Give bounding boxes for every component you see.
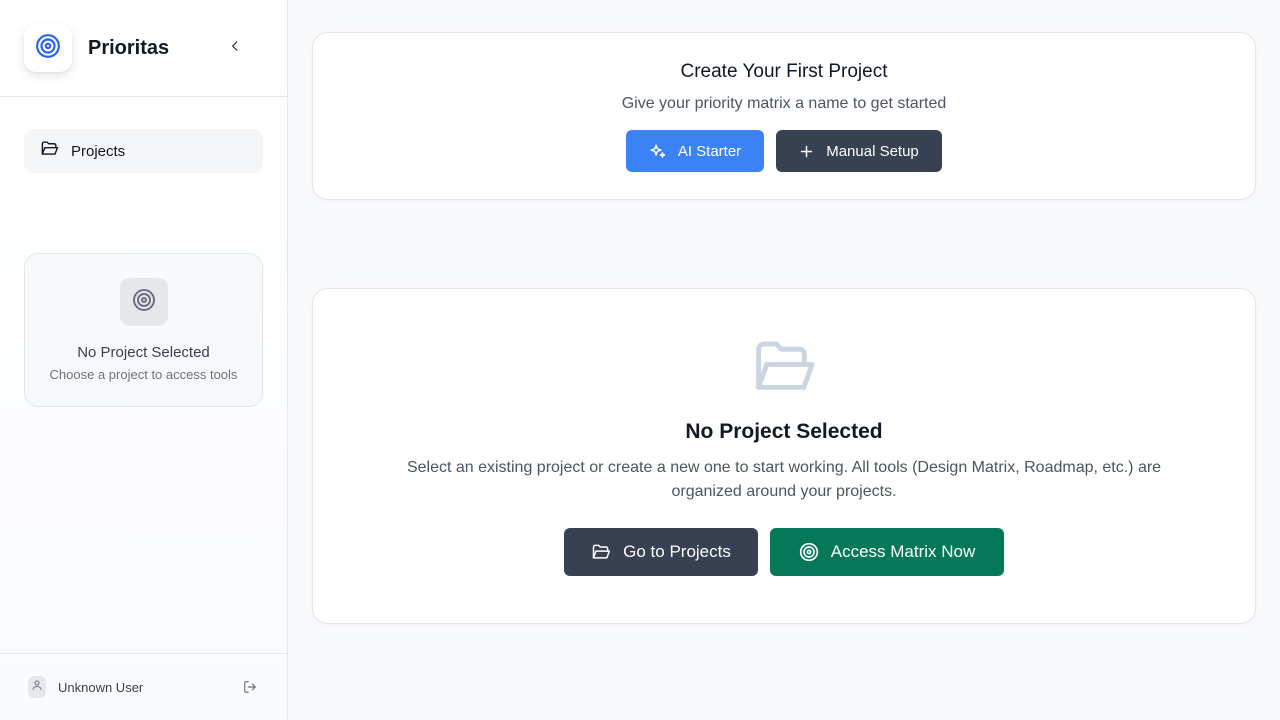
empty-state-title: No Project Selected	[685, 420, 883, 443]
target-icon	[799, 542, 819, 562]
ai-starter-label: AI Starter	[677, 142, 742, 160]
user-name: Unknown User	[58, 679, 144, 695]
sparkles-icon	[649, 143, 666, 160]
empty-state-actions: Go to Projects Access Matrix Now	[313, 528, 1255, 576]
target-icon	[132, 288, 156, 317]
sidebar-item-label: Projects	[71, 142, 126, 160]
folder-open-icon	[753, 339, 815, 400]
create-project-card: Create Your First Project Give your prio…	[312, 32, 1256, 200]
manual-setup-label: Manual Setup	[826, 142, 919, 160]
folder-open-icon	[591, 542, 611, 562]
no-project-card: No Project Selected Choose a project to …	[24, 253, 263, 407]
collapse-sidebar-button[interactable]	[224, 36, 246, 60]
ai-starter-button[interactable]: AI Starter	[626, 130, 764, 172]
chevron-left-icon	[228, 39, 242, 58]
access-matrix-button[interactable]: Access Matrix Now	[770, 528, 1004, 576]
sidebar: Prioritas Projects No Project Selected C…	[0, 0, 288, 720]
go-to-projects-button[interactable]: Go to Projects	[564, 528, 758, 576]
empty-state-description: Select an existing project or create a n…	[406, 459, 1162, 500]
user-icon	[31, 678, 43, 696]
go-to-projects-label: Go to Projects	[623, 542, 731, 561]
empty-state-card: No Project Selected Select an existing p…	[312, 288, 1256, 624]
no-project-subtitle: Choose a project to access tools	[49, 367, 238, 382]
no-project-icon-box	[119, 278, 168, 326]
target-icon	[35, 33, 61, 64]
main-content: Create Your First Project Give your prio…	[288, 0, 1280, 720]
sidebar-header: Prioritas	[0, 0, 287, 97]
sidebar-nav: Projects	[0, 97, 287, 173]
sidebar-footer: Unknown User	[0, 653, 287, 720]
plus-icon	[799, 144, 814, 159]
create-project-title: Create Your First Project	[680, 61, 888, 82]
create-project-subtitle: Give your priority matrix a name to get …	[621, 95, 947, 112]
avatar[interactable]	[28, 676, 46, 698]
access-matrix-label: Access Matrix Now	[830, 542, 976, 561]
no-project-title: No Project Selected	[77, 344, 210, 361]
app-logo[interactable]	[24, 24, 72, 72]
logout-icon[interactable]	[243, 680, 259, 696]
folder-open-icon	[40, 139, 59, 163]
sidebar-item-projects[interactable]: Projects	[24, 129, 263, 173]
app-root: Prioritas Projects No Project Selected C…	[0, 0, 1280, 720]
app-title: Prioritas	[88, 36, 170, 59]
create-project-actions: AI Starter Manual Setup	[313, 130, 1255, 172]
manual-setup-button[interactable]: Manual Setup	[776, 130, 942, 172]
